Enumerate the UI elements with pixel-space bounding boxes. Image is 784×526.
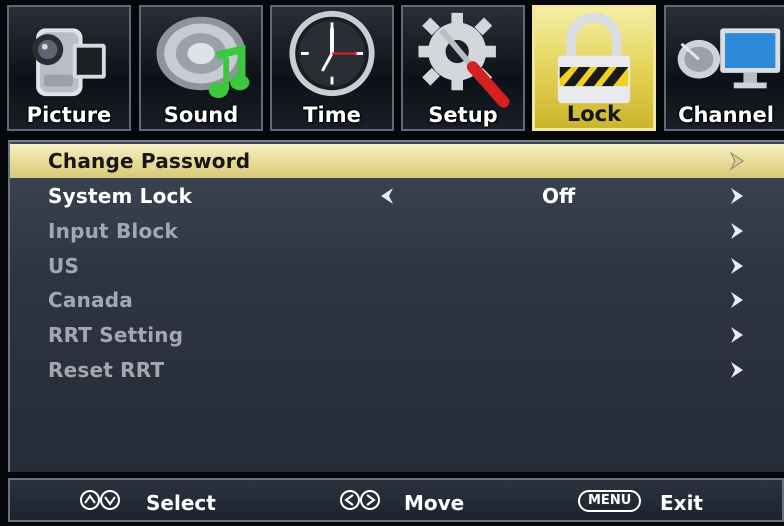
select-label: Select — [146, 491, 216, 515]
menu-item-us[interactable]: US — [10, 249, 784, 283]
tab-channel[interactable]: Channel — [664, 5, 784, 131]
exit-label: Exit — [660, 491, 703, 515]
up-arrow-key-icon — [80, 490, 100, 510]
tab-label: Channel — [678, 103, 774, 127]
menu-item-label: System Lock — [48, 184, 193, 208]
chevron-right-icon — [731, 327, 743, 343]
chevron-left-icon[interactable] — [378, 185, 396, 207]
menu-item-change-password[interactable]: Change Password — [10, 144, 784, 178]
chevron-right-icon — [731, 223, 743, 239]
tab-sound[interactable]: Sound — [139, 5, 263, 131]
tab-setup[interactable]: Setup — [401, 5, 525, 131]
footer-hint-bar: Select Move MENU Exit — [8, 478, 784, 522]
menu-item-reset-rrt[interactable]: Reset RRT — [10, 353, 784, 387]
tab-label: Picture — [26, 103, 112, 127]
tab-label: Setup — [428, 103, 498, 127]
chevron-right-icon — [731, 258, 743, 274]
left-arrow-key-icon — [340, 490, 360, 510]
tab-picture[interactable]: Picture — [7, 5, 131, 131]
menu-item-label: Canada — [48, 288, 133, 312]
down-arrow-key-icon — [100, 490, 120, 510]
tab-time[interactable]: Time — [270, 5, 394, 131]
menu-item-input-block[interactable]: Input Block — [10, 214, 784, 248]
menu-item-label: RRT Setting — [48, 323, 184, 347]
menu-item-canada[interactable]: Canada — [10, 283, 784, 317]
move-label: Move — [404, 491, 465, 515]
menu-item-system-lock[interactable]: System Lock Off — [10, 179, 784, 213]
system-lock-value: Off — [542, 184, 576, 208]
menu-item-rrt-setting[interactable]: RRT Setting — [10, 318, 784, 352]
menu-item-label: US — [48, 254, 80, 278]
lock-menu-panel: Change Password System Lock Off Input Bl… — [8, 140, 784, 472]
tab-label: Sound — [163, 103, 239, 127]
chevron-right-icon — [731, 362, 743, 378]
menu-item-label: Reset RRT — [48, 358, 165, 382]
tab-label: Lock — [566, 102, 622, 126]
menu-item-label: Change Password — [48, 149, 251, 173]
menu-key-icon: MENU — [578, 490, 642, 512]
chevron-right-icon[interactable] — [728, 185, 746, 207]
tab-lock[interactable]: Lock — [532, 5, 656, 131]
menu-item-label: Input Block — [48, 219, 178, 243]
right-arrow-key-icon — [360, 490, 380, 510]
tab-label: Time — [303, 103, 361, 127]
main-menu-tabs: Picture Sound Time Setup Lock Channel — [0, 0, 784, 136]
chevron-right-icon — [731, 292, 743, 308]
chevron-right-icon — [729, 151, 744, 171]
